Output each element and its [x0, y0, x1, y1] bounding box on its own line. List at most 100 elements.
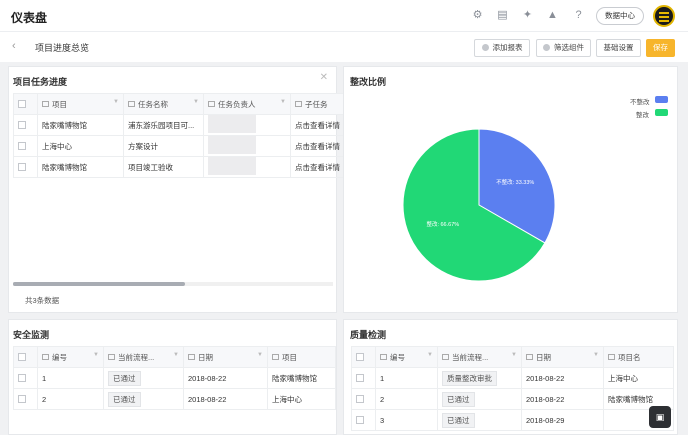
cell-subtask-link[interactable]: 点击查看详情 [290, 156, 345, 178]
select-all-checkbox[interactable] [13, 93, 38, 115]
row-checkbox[interactable] [356, 373, 364, 382]
table-row[interactable]: 陆家嘴博物馆 项目竣工验收 点击查看详情 [13, 156, 345, 178]
sort-icon[interactable]: ▼ [511, 352, 517, 358]
gear-icon[interactable]: ⚙ [471, 9, 484, 22]
cell-task: 项目竣工验收 [123, 156, 204, 178]
table-row[interactable]: 陆家嘴博物馆 浦东游乐园项目可... 点击查看详情 [13, 114, 345, 136]
row-checkbox[interactable] [356, 394, 364, 403]
add-report-button[interactable]: 添加报表 [474, 39, 530, 57]
column-header[interactable]: 日期 ▼ [521, 346, 604, 368]
avatar[interactable] [653, 5, 675, 27]
record-count: 共3条数据 [25, 296, 60, 305]
row-checkbox[interactable] [18, 141, 26, 150]
sub-header: ‹ 项目进度总览 添加报表 筛选组件 基础设置 保存 [0, 32, 688, 62]
column-type-icon [295, 100, 302, 107]
cell-owner [203, 114, 291, 136]
redacted-block [208, 157, 256, 175]
column-header[interactable]: 当前流程... ▼ [103, 346, 184, 368]
quality-inspection-panel: 质量检测 编号 ▼ 当前流程... ▼ 日期 ▼ 项目名 1 质量整改审批 2018-… [343, 319, 678, 435]
cell-task: 方案设计 [123, 135, 204, 157]
table-row[interactable]: 1 质量整改审批 2018-08-22 上海中心 [351, 367, 674, 389]
back-chevron-icon[interactable]: ‹ [12, 40, 16, 52]
table-row[interactable]: 2 已通过 2018-08-22 陆家嘴博物馆 [351, 388, 674, 410]
sort-icon[interactable]: ▼ [427, 352, 433, 358]
sort-icon[interactable]: ▼ [113, 99, 119, 105]
column-type-icon [128, 100, 135, 107]
cell-owner [203, 135, 291, 157]
chat-bubble-icon: ▣ [655, 412, 665, 422]
column-header[interactable]: 项目 [267, 346, 336, 368]
row-checkbox[interactable] [18, 162, 26, 171]
column-header[interactable]: 项目 ▼ [37, 93, 124, 115]
table-row[interactable]: 1 已通过 2018-08-22 陆家嘴博物馆 [13, 367, 336, 389]
user-icon [208, 100, 215, 107]
cell-subtask-link[interactable]: 点击查看详情 [290, 135, 345, 157]
column-type-icon [108, 353, 115, 360]
column-header[interactable]: 任务负责人 ▼ [203, 93, 291, 115]
task-progress-panel: 项目任务进度 ✕ 项目 ▼ 任务名称 ▼ 任务负责人 ▼ 子任务 陆家嘴博物馆 浦东游… [8, 66, 345, 313]
cell-subtask-link[interactable]: 点击查看详情 [290, 114, 345, 136]
filter-component-button[interactable]: 筛选组件 [536, 39, 591, 57]
top-bar: 仪表盘 ⚙ ▤ ✦ ▲ ? 数据中心 [0, 0, 688, 32]
redacted-block [208, 115, 256, 133]
document-icon[interactable]: ▤ [496, 9, 509, 22]
table-row[interactable]: 3 已通过 2018-08-29 [351, 409, 674, 431]
row-checkbox[interactable] [18, 373, 26, 382]
column-header[interactable]: 任务名称 ▼ [123, 93, 204, 115]
quality-table: 编号 ▼ 当前流程... ▼ 日期 ▼ 项目名 1 质量整改审批 2018-08-22… [351, 346, 674, 431]
help-icon[interactable]: ? [572, 9, 585, 22]
column-type-icon [272, 353, 279, 360]
sort-icon[interactable]: ▼ [257, 352, 263, 358]
horizontal-scrollbar[interactable] [13, 282, 333, 286]
safety-monitoring-panel: 安全监测 编号 ▼ 当前流程... ▼ 日期 ▼ 项目 1 已通过 2018-08-2… [8, 319, 337, 435]
column-type-icon [608, 353, 615, 360]
row-checkbox[interactable] [356, 415, 364, 424]
column-header[interactable]: 子任务 [290, 93, 345, 115]
sort-icon[interactable]: ▼ [280, 99, 286, 105]
column-type-icon [42, 353, 49, 360]
filter-icon [543, 44, 550, 51]
column-header[interactable]: 当前流程... ▼ [437, 346, 522, 368]
table-header-row: 编号 ▼ 当前流程... ▼ 日期 ▼ 项目 [13, 346, 336, 368]
cell-status: 已通过 [437, 409, 522, 431]
bell-icon[interactable]: ▲ [546, 9, 559, 22]
cell-status: 已通过 [103, 367, 184, 389]
table-header-row: 编号 ▼ 当前流程... ▼ 日期 ▼ 项目名 [351, 346, 674, 368]
column-header[interactable]: 编号 ▼ [375, 346, 438, 368]
sort-icon[interactable]: ▼ [173, 352, 179, 358]
row-checkbox[interactable] [18, 120, 26, 129]
status-badge: 质量整改审批 [442, 370, 497, 386]
status-badge: 已通过 [108, 370, 141, 386]
status-badge: 已通过 [108, 391, 141, 407]
sort-icon[interactable]: ▼ [93, 352, 99, 358]
basic-settings-button[interactable]: 基础设置 [596, 39, 641, 57]
task-table: 项目 ▼ 任务名称 ▼ 任务负责人 ▼ 子任务 陆家嘴博物馆 浦东游乐园项目可... … [13, 93, 345, 178]
rectification-chart-panel: 整改比例 不整改 整改 不整改: 33.33% 整改: 66.67% [343, 66, 678, 313]
column-header[interactable]: 日期 ▼ [183, 346, 268, 368]
cell-date: 2018-08-22 [183, 388, 268, 410]
cell-task: 浦东游乐园项目可... [123, 114, 204, 136]
column-header[interactable]: 编号 ▼ [37, 346, 104, 368]
table-row[interactable]: 上海中心 方案设计 点击查看详情 [13, 135, 345, 157]
cell-date: 2018-08-22 [521, 388, 604, 410]
table-row[interactable]: 2 已通过 2018-08-22 上海中心 [13, 388, 336, 410]
select-all-checkbox[interactable] [351, 346, 376, 368]
close-icon[interactable]: ✕ [320, 72, 328, 83]
cell-id: 1 [37, 367, 104, 389]
chat-button[interactable]: ▣ [649, 406, 671, 428]
column-header[interactable]: 项目名 [603, 346, 674, 368]
data-center-button[interactable]: 数据中心 [596, 7, 644, 25]
cell-owner [203, 156, 291, 178]
scrollbar-thumb[interactable] [13, 282, 185, 286]
cell-id: 1 [375, 367, 438, 389]
plus-circle-icon [481, 44, 489, 51]
select-all-checkbox[interactable] [13, 346, 38, 368]
calendar-icon [188, 353, 195, 360]
cell-project: 上海中心 [603, 367, 674, 389]
puzzle-icon[interactable]: ✦ [521, 9, 534, 22]
panel-title: 质量检测 [350, 330, 387, 340]
sort-icon[interactable]: ▼ [593, 352, 599, 358]
sort-icon[interactable]: ▼ [193, 99, 199, 105]
row-checkbox[interactable] [18, 394, 26, 403]
save-button[interactable]: 保存 [646, 39, 675, 57]
